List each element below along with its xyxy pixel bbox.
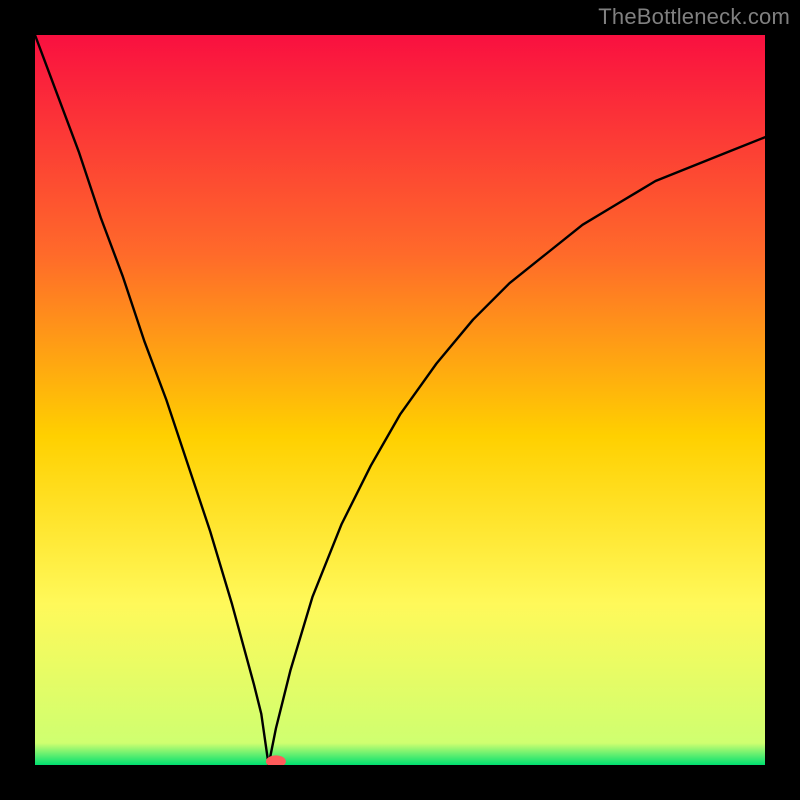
bottleneck-plot [35, 35, 765, 765]
attribution-label: TheBottleneck.com [598, 4, 790, 30]
plot-svg [35, 35, 765, 765]
chart-frame: TheBottleneck.com [0, 0, 800, 800]
